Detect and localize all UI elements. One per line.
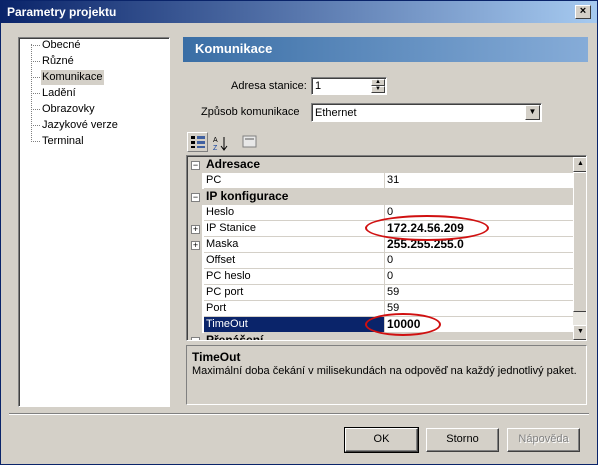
scroll-up-icon[interactable]: ▲	[573, 157, 586, 172]
property-row-pc[interactable]: PC 31	[188, 173, 573, 189]
property-pages-button[interactable]	[239, 132, 260, 152]
property-name: Offset	[204, 253, 384, 269]
scroll-down-icon[interactable]: ▼	[573, 325, 586, 340]
help-title: TimeOut	[192, 350, 241, 364]
alphabetical-view-button[interactable]: A Z	[210, 132, 231, 152]
property-row-pc-port[interactable]: PC port 59	[188, 285, 573, 301]
category-row-ip-konfigurace[interactable]: − IP konfigurace	[188, 189, 573, 205]
property-name: PC	[204, 173, 384, 189]
sort-az-icon: A Z	[213, 137, 228, 151]
tree-item-obrazovky[interactable]: Obrazovky	[41, 102, 96, 117]
close-icon[interactable]: ×	[575, 5, 591, 19]
tree-item-terminal[interactable]: Terminal	[41, 134, 85, 149]
property-name: TimeOut	[204, 317, 384, 333]
property-row-pc-heslo[interactable]: PC heslo 0	[188, 269, 573, 285]
property-value[interactable]: 0	[384, 269, 573, 285]
panel-header: Komunikace	[183, 37, 588, 62]
category-label: IP konfigurace	[206, 189, 289, 203]
property-value[interactable]: 59	[384, 285, 573, 301]
category-row-adresace[interactable]: − Adresace	[188, 157, 573, 173]
tree-connector	[31, 93, 40, 94]
property-name: Port	[204, 301, 384, 317]
annotation-ellipse	[365, 313, 441, 336]
property-pages-icon	[242, 135, 257, 148]
cancel-button[interactable]: Storno	[426, 428, 499, 452]
tree-connector	[31, 45, 40, 46]
tree-connector	[31, 125, 40, 126]
property-row-offset[interactable]: Offset 0	[188, 253, 573, 269]
help-button[interactable]: Nápověda	[507, 428, 580, 452]
property-value[interactable]: 31	[384, 173, 573, 189]
spin-up-icon[interactable]: ▲	[371, 79, 385, 86]
property-row-maska[interactable]: + Maska 255.255.255.0	[188, 237, 573, 253]
tree-item-ladeni[interactable]: Ladění	[41, 86, 77, 101]
svg-text:Z: Z	[213, 145, 218, 151]
help-panel: TimeOut Maximální doba čekání v miliseku…	[186, 345, 587, 405]
window-title: Parametry projektu	[7, 5, 117, 19]
property-name: PC heslo	[204, 269, 384, 285]
property-name: IP Stanice	[204, 221, 384, 237]
category-row-prenaseni[interactable]: − Přenášení	[188, 333, 573, 340]
station-address-stepper[interactable]: 1 ▲ ▼	[311, 77, 387, 95]
title-bar[interactable]: Parametry projektu ×	[1, 1, 597, 23]
property-value[interactable]: 0	[384, 253, 573, 269]
tree-item-komunikace[interactable]: Komunikace	[41, 70, 104, 85]
svg-text:A: A	[213, 137, 218, 144]
tree-item-jazykove-verze[interactable]: Jazykové verze	[41, 118, 119, 133]
property-name: Maska	[204, 237, 384, 253]
collapse-icon[interactable]: −	[191, 193, 200, 202]
dialog-window: Parametry projektu × Obecné Různé Komuni…	[0, 0, 598, 465]
collapse-icon[interactable]: −	[191, 337, 200, 340]
spin-down-icon[interactable]: ▼	[371, 86, 385, 93]
property-name: PC port	[204, 285, 384, 301]
divider	[9, 413, 589, 415]
annotation-ellipse	[365, 215, 489, 241]
tree-connector	[31, 77, 40, 78]
expand-icon[interactable]: +	[191, 241, 200, 250]
tree-item-ruzne[interactable]: Různé	[41, 54, 75, 69]
collapse-icon[interactable]: −	[191, 161, 200, 170]
expand-icon[interactable]: +	[191, 225, 200, 234]
panel-title: Komunikace	[195, 41, 273, 56]
categorized-view-button[interactable]	[187, 132, 208, 152]
comm-method-label: Způsob komunikace	[201, 106, 300, 118]
tree-connector	[31, 109, 40, 110]
comm-method-select[interactable]: Ethernet ▼	[311, 103, 542, 122]
category-tree[interactable]: Obecné Různé Komunikace Ladění Obrazovky…	[18, 37, 170, 407]
scroll-thumb[interactable]	[573, 172, 586, 312]
chevron-down-icon[interactable]: ▼	[525, 105, 540, 120]
tree-connector	[31, 61, 40, 62]
categorized-icon	[191, 136, 205, 148]
category-label: Adresace	[206, 157, 261, 171]
property-name: Heslo	[204, 205, 384, 221]
tree-connector	[31, 141, 40, 142]
vertical-scrollbar[interactable]: ▲ ▼	[573, 157, 586, 340]
ok-button[interactable]: OK	[344, 427, 419, 453]
station-address-label: Adresa stanice:	[231, 80, 307, 92]
comm-method-value: Ethernet	[315, 107, 357, 119]
help-description: Maximální doba čekání v milisekundách na…	[192, 365, 577, 377]
station-address-value[interactable]: 1	[315, 80, 321, 92]
tree-item-obecne[interactable]: Obecné	[41, 38, 82, 53]
